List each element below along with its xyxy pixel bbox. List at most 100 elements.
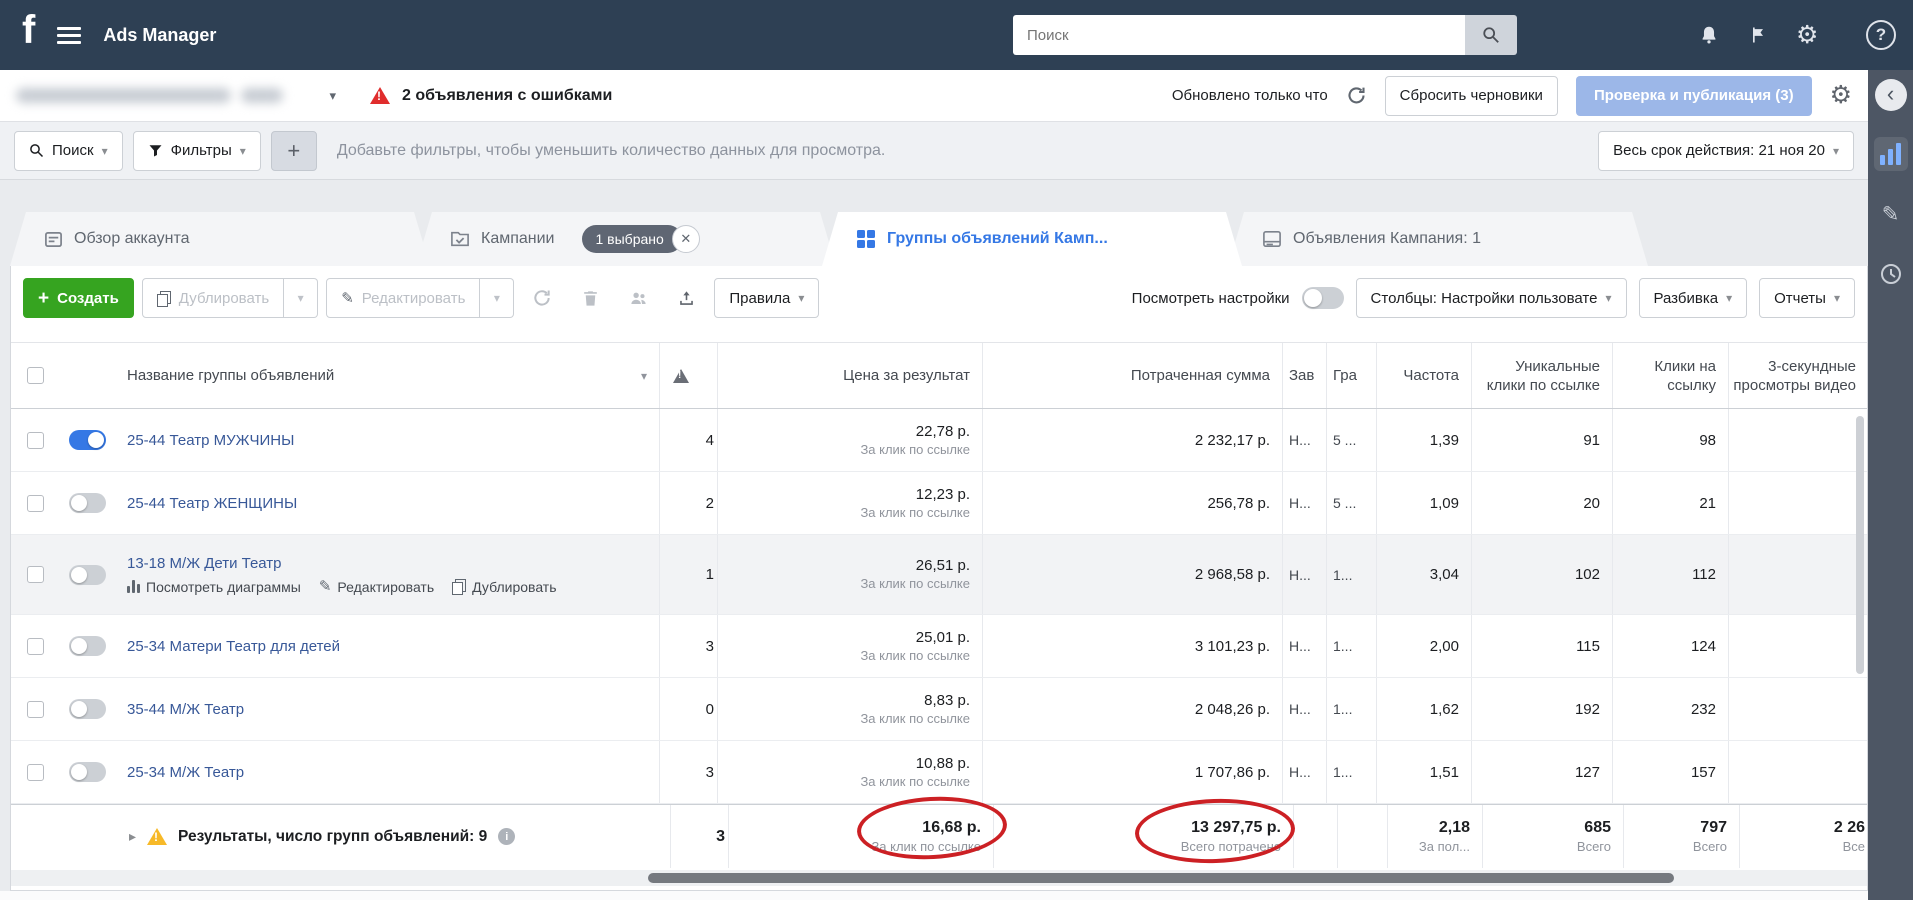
adset-active-toggle[interactable] bbox=[69, 699, 106, 719]
link-clicks-column-header[interactable]: Клики на ссылку bbox=[1612, 343, 1728, 408]
chevron-down-icon: ▾ bbox=[1833, 144, 1839, 158]
adset-name-link[interactable]: 25-44 Театр МУЖЧИНЫ bbox=[127, 432, 294, 449]
chevron-down-icon: ▾ bbox=[240, 144, 246, 158]
cost-value: 26,51 р. bbox=[916, 557, 970, 574]
row-checkbox[interactable] bbox=[27, 495, 44, 512]
tab-account-overview[interactable]: Обзор аккаунта bbox=[10, 212, 430, 266]
facebook-logo-icon[interactable]: f bbox=[22, 10, 35, 50]
table-toolbar: + Создать Дублировать ▾ ✎ Редактировать … bbox=[11, 266, 1867, 330]
row-checkbox[interactable] bbox=[27, 638, 44, 655]
summary-label: Результаты, число групп объявлений: 9 bbox=[178, 828, 487, 846]
delete-button[interactable] bbox=[570, 278, 610, 318]
vertical-scrollbar[interactable] bbox=[1856, 416, 1864, 674]
row-checkbox[interactable] bbox=[27, 566, 44, 583]
clipped-results-value: 3 bbox=[706, 764, 714, 781]
breakdown-button[interactable]: Разбивка ▾ bbox=[1639, 278, 1748, 318]
add-filter-button[interactable]: + bbox=[271, 131, 317, 171]
cost-column-header[interactable]: Цена за результат bbox=[717, 343, 982, 408]
help-icon[interactable]: ? bbox=[1866, 20, 1896, 50]
frequency-column-header[interactable]: Частота bbox=[1376, 343, 1471, 408]
people-icon bbox=[628, 289, 649, 308]
discard-drafts-button[interactable]: Сбросить черновики bbox=[1385, 76, 1558, 116]
cost-value: 10,88 р. bbox=[916, 755, 970, 772]
bell-icon[interactable] bbox=[1698, 24, 1720, 46]
adset-active-toggle[interactable] bbox=[69, 565, 106, 585]
adset-name-link[interactable]: 25-34 М/Ж Театр bbox=[127, 764, 244, 781]
video-views-column-header[interactable]: 3-секундные просмотры видео bbox=[1728, 343, 1856, 408]
row-checkbox[interactable] bbox=[27, 701, 44, 718]
select-all-checkbox[interactable] bbox=[27, 367, 44, 384]
chevron-down-icon: ▾ bbox=[1726, 291, 1732, 305]
sidebar-edit-button[interactable]: ✎ bbox=[1874, 197, 1908, 231]
sort-caret-icon[interactable]: ▾ bbox=[641, 369, 647, 383]
search-button[interactable] bbox=[1465, 15, 1517, 55]
reports-button[interactable]: Отчеты ▾ bbox=[1759, 278, 1855, 318]
edit-menu-button[interactable]: ▾ bbox=[480, 278, 514, 318]
gear-icon[interactable]: ⚙ bbox=[1796, 23, 1818, 48]
frequency-value: 1,39 bbox=[1430, 432, 1459, 449]
spent-column-header[interactable]: Потраченная сумма bbox=[982, 343, 1282, 408]
sidebar-history-button[interactable] bbox=[1874, 257, 1908, 291]
adset-active-toggle[interactable] bbox=[69, 762, 106, 782]
adset-active-toggle[interactable] bbox=[69, 430, 106, 450]
table-row: 25-34 М/Ж Театр 3 10,88 р.За клик по ссы… bbox=[11, 741, 1867, 804]
review-publish-button[interactable]: Проверка и публикация (3) bbox=[1576, 76, 1812, 116]
filter-search-button[interactable]: Поиск ▾ bbox=[14, 131, 123, 171]
collapse-panel-button[interactable]: ‹ bbox=[1875, 79, 1907, 111]
adset-name-link[interactable]: 25-34 Матери Театр для детей bbox=[127, 638, 340, 655]
edit-button[interactable]: ✎ Редактировать bbox=[326, 278, 480, 318]
date-range-button[interactable]: Весь срок действия: 21 ноя 20 ▾ bbox=[1598, 131, 1854, 171]
tab-campaigns[interactable]: Кампании 1 выбрано ✕ bbox=[416, 212, 836, 266]
row-checkbox[interactable] bbox=[27, 432, 44, 449]
settings-gear-icon[interactable]: ⚙ bbox=[1830, 83, 1852, 108]
adset-name-link[interactable]: 25-44 Театр ЖЕНЩИНЫ bbox=[127, 495, 297, 512]
expand-caret-icon[interactable]: ▸ bbox=[129, 828, 136, 845]
menu-icon[interactable] bbox=[57, 27, 81, 44]
refresh-icon[interactable] bbox=[1346, 85, 1367, 106]
ends-column-header[interactable]: Зав bbox=[1282, 343, 1326, 408]
ads-icon bbox=[1262, 230, 1282, 248]
row-checkbox[interactable] bbox=[27, 764, 44, 781]
spent-value: 2 048,26 р. bbox=[1195, 701, 1270, 718]
edit-action[interactable]: ✎ Редактировать bbox=[319, 579, 434, 595]
schedule-column-header[interactable]: Гра bbox=[1326, 343, 1376, 408]
duplicate-action[interactable]: Дублировать bbox=[452, 579, 556, 595]
frequency-value: 2,00 bbox=[1430, 638, 1459, 655]
unique-clicks-column-header[interactable]: Уникальные клики по ссылке bbox=[1471, 343, 1612, 408]
tab-ad-sets[interactable]: Группы объявлений Камп... bbox=[822, 212, 1242, 266]
filters-button[interactable]: Фильтры ▾ bbox=[133, 131, 261, 171]
info-icon[interactable]: i bbox=[498, 828, 515, 845]
audience-button[interactable] bbox=[618, 278, 658, 318]
plus-icon: + bbox=[38, 289, 49, 308]
search-input[interactable] bbox=[1013, 15, 1465, 55]
account-selector[interactable]: ▾ bbox=[16, 88, 336, 104]
view-settings-toggle[interactable] bbox=[1302, 287, 1344, 309]
rules-button[interactable]: Правила ▾ bbox=[714, 278, 819, 318]
create-button[interactable]: + Создать bbox=[23, 278, 134, 318]
refresh-button[interactable] bbox=[522, 278, 562, 318]
errors-notice[interactable]: 2 объявления с ошибками bbox=[370, 87, 612, 105]
redacted-account-name bbox=[16, 88, 231, 103]
adset-name-link[interactable]: 13-18 М/Ж Дети Театр bbox=[127, 555, 282, 572]
columns-button[interactable]: Столбцы: Настройки пользовате ▾ bbox=[1356, 278, 1627, 318]
duplicate-menu-button[interactable]: ▾ bbox=[284, 278, 318, 318]
filter-placeholder[interactable]: Добавьте фильтры, чтобы уменьшить количе… bbox=[337, 142, 886, 160]
clear-selection-icon[interactable]: ✕ bbox=[672, 225, 700, 253]
adset-name-link[interactable]: 35-44 М/Ж Театр bbox=[127, 701, 244, 718]
adset-active-toggle[interactable] bbox=[69, 493, 106, 513]
tab-ads[interactable]: Объявления Кампания: 1 bbox=[1228, 212, 1648, 266]
link-clicks-value: 112 bbox=[1692, 566, 1716, 583]
view-charts-action[interactable]: Посмотреть диаграммы bbox=[127, 579, 301, 595]
clipped-results-value: 1 bbox=[706, 566, 714, 583]
flag-icon[interactable] bbox=[1748, 24, 1768, 46]
duplicate-button[interactable]: Дублировать bbox=[142, 278, 284, 318]
sidebar-charts-button[interactable] bbox=[1874, 137, 1908, 171]
chart-icon bbox=[127, 580, 140, 593]
horizontal-scrollbar-thumb[interactable] bbox=[648, 873, 1674, 883]
ends-value: Н... bbox=[1289, 432, 1311, 448]
tab-label: Кампании bbox=[481, 230, 555, 248]
export-button[interactable] bbox=[666, 278, 706, 318]
unique-clicks-value: 91 bbox=[1583, 432, 1600, 449]
schedule-value: 1... bbox=[1333, 638, 1352, 654]
adset-active-toggle[interactable] bbox=[69, 636, 106, 656]
